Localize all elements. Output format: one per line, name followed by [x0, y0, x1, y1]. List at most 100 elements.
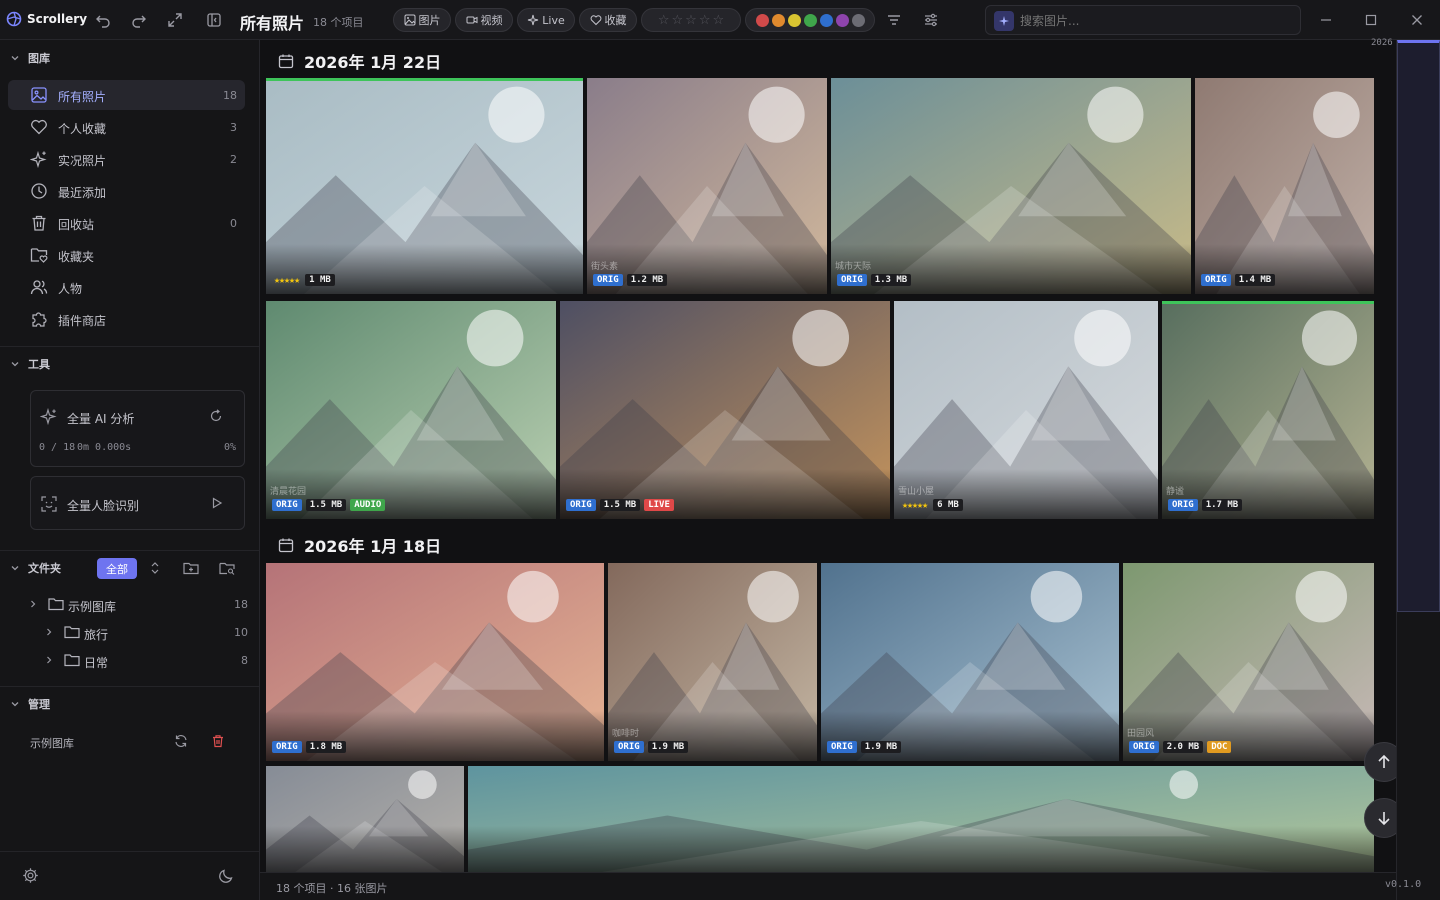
photo-thumbnail[interactable]: ORIG 1.9 MB: [821, 563, 1119, 761]
sort-toggle-icon[interactable]: [148, 561, 162, 575]
folder-label: 日常: [84, 656, 109, 670]
star-icon[interactable]: ☆: [699, 13, 711, 28]
sidebar-item[interactable]: 最近添加: [8, 176, 245, 206]
sidebar-item[interactable]: 实况照片 2: [8, 144, 245, 174]
filter-favorite-button[interactable]: 收藏: [579, 8, 637, 32]
scroll-up-button[interactable]: [1364, 742, 1396, 782]
photo-thumbnail[interactable]: ★★★★★ 1 MB: [266, 78, 583, 294]
sidebar-item[interactable]: 所有照片 18: [8, 80, 245, 110]
photo-caption: 雪山小屋: [898, 487, 935, 497]
sidebar-item[interactable]: 人物: [8, 272, 245, 302]
sidebar-item-label: 所有照片: [58, 90, 107, 104]
orig-badge: ORIG: [1201, 274, 1231, 286]
folder-search-icon[interactable]: [219, 561, 235, 575]
date-group-header: 2026年 1月 22日: [278, 50, 441, 72]
folders-section-header[interactable]: 文件夹: [10, 558, 61, 578]
color-dot[interactable]: [835, 13, 849, 27]
photo-caption: 咖啡时: [612, 729, 640, 739]
star-icon[interactable]: ☆: [658, 13, 670, 28]
sidebar-item[interactable]: 收藏夹: [8, 240, 245, 270]
sparkle-icon: [30, 150, 47, 168]
color-dot[interactable]: [771, 13, 785, 27]
folder-item[interactable]: 示例图库 18: [26, 594, 248, 616]
sort-icon[interactable]: [884, 10, 904, 30]
color-dot[interactable]: [851, 13, 865, 27]
sidebar-item-label: 实况照片: [58, 154, 107, 168]
item-count: 18 个项目: [313, 16, 364, 29]
star-icon[interactable]: ☆: [712, 13, 724, 28]
timeline-scrubber[interactable]: 2026: [1371, 38, 1440, 900]
sidebar-item-label: 人物: [58, 282, 83, 296]
photo-shade: [1195, 244, 1374, 294]
folder-item[interactable]: 日常 8: [26, 650, 248, 672]
refresh-icon[interactable]: [209, 409, 223, 423]
sidebar-item-label: 最近添加: [58, 186, 107, 200]
image-icon: [31, 87, 47, 103]
star-icon[interactable]: ☆: [685, 13, 697, 28]
sidebar-item-count: 3: [230, 121, 237, 134]
photo-thumbnail[interactable]: [266, 766, 464, 872]
filter-live-button[interactable]: Live: [517, 8, 575, 32]
close-icon[interactable]: [1407, 10, 1427, 30]
folder-label: 示例图库: [68, 600, 117, 614]
folders-filter-button[interactable]: 全部: [97, 558, 137, 579]
photo-thumbnail[interactable]: ORIG 1.5 MB LIVE: [560, 301, 890, 519]
photo-thumbnail[interactable]: ORIG 1.4 MB: [1195, 78, 1374, 294]
undo-icon[interactable]: [93, 10, 113, 30]
photo-caption: 城市天际: [835, 262, 872, 272]
manage-section-header[interactable]: 管理: [10, 694, 50, 714]
filter-video-button[interactable]: 视频: [455, 8, 513, 32]
color-filter[interactable]: [745, 8, 875, 32]
folder-icon: [64, 626, 80, 639]
maximize-icon[interactable]: [1361, 10, 1381, 30]
sidebar-item[interactable]: 回收站 0: [8, 208, 245, 238]
search-box[interactable]: [985, 5, 1301, 35]
selection-indicator: [266, 78, 583, 81]
photo-thumbnail[interactable]: ORIG 1.8 MB: [266, 563, 604, 761]
photo-thumbnail[interactable]: [468, 766, 1374, 872]
dark-mode-icon[interactable]: [218, 867, 235, 884]
minimize-icon[interactable]: [1316, 10, 1336, 30]
tools-section-header[interactable]: 工具: [10, 354, 50, 374]
sidebar-item[interactable]: 个人收藏 3: [8, 112, 245, 142]
sidebar-item-label: 个人收藏: [58, 122, 107, 136]
photo-badges: ★★★★★ 6 MB: [900, 499, 963, 511]
size-badge: 1.4 MB: [1234, 274, 1276, 286]
play-icon[interactable]: [211, 497, 223, 509]
sparkle-icon: [40, 408, 57, 426]
photo-thumbnail[interactable]: 清晨花园 ORIG 1.5 MB AUDIO: [266, 301, 556, 519]
photo-thumbnail[interactable]: 城市天际 ORIG 1.3 MB: [831, 78, 1191, 294]
scrubber-thumb[interactable]: [1397, 40, 1440, 612]
color-dot[interactable]: [755, 13, 769, 27]
sidebar-toggle-icon[interactable]: [204, 10, 224, 30]
color-dot[interactable]: [787, 13, 801, 27]
photo-shade: [468, 826, 1374, 872]
folder-item[interactable]: 旅行 10: [26, 622, 248, 644]
scroll-down-button[interactable]: [1364, 798, 1396, 838]
delete-icon[interactable]: [211, 734, 225, 748]
photo-thumbnail[interactable]: 街头素 ORIG 1.2 MB: [587, 78, 827, 294]
photo-thumbnail[interactable]: 静谧 ORIG 1.7 MB: [1162, 301, 1374, 519]
photo-thumbnail[interactable]: 田园风 ORIG 2.0 MB DOC: [1123, 563, 1374, 761]
star-icon[interactable]: ☆: [672, 13, 684, 28]
expand-icon[interactable]: [165, 10, 185, 30]
adjust-icon[interactable]: [921, 10, 941, 30]
search-input[interactable]: [1020, 12, 1290, 30]
sidebar-item[interactable]: 插件商店: [8, 304, 245, 334]
photo-caption: 街头素: [591, 262, 619, 272]
photo-caption: 清晨花园: [270, 487, 307, 497]
rating-filter[interactable]: ☆ ☆ ☆ ☆ ☆: [641, 8, 741, 32]
filter-image-button[interactable]: 图片: [393, 8, 451, 32]
redo-icon[interactable]: [129, 10, 149, 30]
add-folder-icon[interactable]: [183, 561, 199, 575]
ai-analysis-card: 全量 AI 分析 0 / 18 0m 0.000s 0%: [30, 390, 245, 467]
video-icon: [466, 16, 477, 24]
photo-thumbnail[interactable]: 咖啡时 ORIG 1.9 MB: [608, 563, 817, 761]
photo-badges: ORIG 1.5 MB AUDIO: [272, 499, 386, 511]
sync-icon[interactable]: [174, 734, 188, 748]
photo-thumbnail[interactable]: 雪山小屋 ★★★★★ 6 MB: [894, 301, 1158, 519]
library-section-header[interactable]: 图库: [10, 48, 50, 68]
color-dot[interactable]: [819, 13, 833, 27]
color-dot[interactable]: [803, 13, 817, 27]
settings-icon[interactable]: [22, 867, 39, 884]
